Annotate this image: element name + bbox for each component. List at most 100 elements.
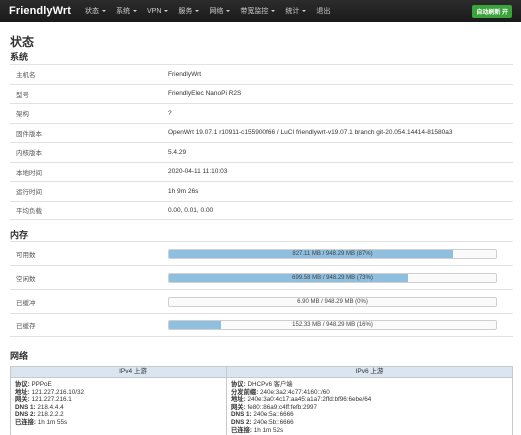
table-row: 可用数 827.11 MB / 948.29 MB (87%) xyxy=(10,241,513,265)
detail-value: 240e:3a2:4c77:4160::/60 xyxy=(260,388,330,396)
table-row: 固件版本 OpenWrt 19.07.1 r10911-c155900f66 / … xyxy=(10,122,513,143)
menu-services[interactable]: 服务 xyxy=(178,6,200,16)
section-title-network: 网络 xyxy=(10,351,29,361)
detail-line: DNS 1: 240e:5a::6666 xyxy=(231,411,512,419)
detail-line: DNS 2: 218.2.2.2 xyxy=(15,411,255,419)
detail-line: 网关: fe80::86a9:c4ff:fefb:2997 xyxy=(231,404,512,412)
detail-value: 240e:3a0:4c17:aa45:a1a7:2ffd:bf96:6ebe/6… xyxy=(247,396,372,404)
row-key: 平均负载 xyxy=(16,208,42,216)
detail-line: 网关: 121.227.216.1 xyxy=(15,396,255,404)
row-key: 运行时间 xyxy=(16,189,42,197)
progress-text: 827.11 MB / 948.29 MB (87%) xyxy=(292,250,373,257)
chevron-down-icon xyxy=(133,10,138,12)
row-key: 已缓存 xyxy=(16,323,36,330)
table-row: 架构? xyxy=(10,103,513,123)
chevron-down-icon xyxy=(195,10,200,12)
detail-label: 地址: xyxy=(231,396,246,404)
detail-line: 协议: DHCPv6 客户端 xyxy=(231,381,512,389)
memory-progress-bar: 6.90 MB / 948.29 MB (0%) xyxy=(168,296,497,307)
ipv6-details: 协议: DHCPv6 客户端 分发前缀: 240e:3a2:4c77:4160::… xyxy=(227,378,512,434)
detail-value: 121.227.216.1 xyxy=(31,396,72,404)
detail-label: 协议: xyxy=(231,381,246,388)
menu-network-label: 网络 xyxy=(209,8,224,15)
memory-progress-bar: 152.33 MB / 948.29 MB (16%) xyxy=(168,320,497,330)
ipv4-upstream-box: IPv4 上游 协议: PPPoE 地址: 121.227.216.10/32 网关… xyxy=(10,366,256,435)
row-value: ? xyxy=(168,109,172,117)
detail-label: DNS 1: xyxy=(15,403,36,411)
table-row: 已缓冲 6.90 MB / 948.29 MB (0%) xyxy=(10,289,513,313)
table-row: 本地时间 2020-04-11 11:10:03 xyxy=(10,161,513,182)
detail-label: 分发前缀: xyxy=(231,388,259,396)
table-row: 运行时间 1h 9m 26s xyxy=(10,181,513,201)
row-value: 0.00, 0.01, 0.00 xyxy=(168,206,214,214)
detail-line: 地址: 240e:3a0:4c17:aa45:a1a7:2ffd:bf96:6e… xyxy=(231,396,512,404)
menu-vpn[interactable]: VPN xyxy=(147,7,169,15)
table-row: 已缓存 152.33 MB / 948.29 MB (16%) xyxy=(10,313,513,337)
detail-line: 协议: PPPoE xyxy=(15,381,255,389)
table-row: 空闲数 699.58 MB / 948.29 MB (73%) xyxy=(10,265,513,289)
row-key: 内核版本 xyxy=(16,150,42,158)
row-key: 本地时间 xyxy=(16,169,42,177)
menu-statistics[interactable]: 统计 xyxy=(285,6,307,16)
detail-line: DNS 1: 218.4.4.4 xyxy=(15,404,255,412)
detail-label: 网关: xyxy=(231,403,246,411)
row-key: 空闲数 xyxy=(16,275,36,283)
memory-progress-bar: 827.11 MB / 948.29 MB (87%) xyxy=(168,248,497,259)
progress-text: 699.58 MB / 948.29 MB (73%) xyxy=(292,274,373,281)
detail-value: 1h 1m 52s xyxy=(253,426,284,434)
ipv6-header: IPv6 上游 xyxy=(227,367,512,378)
row-value: FriendlyElec NanoPi R2S xyxy=(168,90,242,98)
row-key: 可用数 xyxy=(16,251,36,259)
detail-label: 协议: xyxy=(15,381,30,388)
menu-bandwidth[interactable]: 带宽监控 xyxy=(240,6,276,16)
chevron-down-icon xyxy=(271,10,276,12)
detail-line: 已连接: 1h 1m 52s xyxy=(231,427,512,435)
row-key: 已缓冲 xyxy=(16,299,36,307)
page-title: 状态 xyxy=(10,35,35,49)
table-row: 主机名 FriendlyWrt xyxy=(10,64,513,84)
detail-label: DNS 2: xyxy=(15,411,36,419)
detail-value: DHCPv6 客户端 xyxy=(247,381,293,388)
row-key: 型号 xyxy=(16,91,29,99)
row-value: 5.4.29 xyxy=(168,148,187,156)
detail-value: fe80::86a9:c4ff:fefb:2997 xyxy=(247,403,318,411)
menu-status[interactable]: 状态 xyxy=(85,6,107,16)
detail-label: 已连接: xyxy=(231,426,252,434)
memory-progress-bar: 699.58 MB / 948.29 MB (73%) xyxy=(168,272,497,283)
row-key: 主机名 xyxy=(16,72,36,80)
detail-value: 218.2.2.2 xyxy=(37,411,64,419)
detail-value: 240e:5b::6666 xyxy=(253,418,294,426)
menu-vpn-label: VPN xyxy=(147,7,162,15)
menu-network[interactable]: 网络 xyxy=(209,6,231,16)
menu-services-label: 服务 xyxy=(178,8,193,15)
row-key: 架构 xyxy=(16,111,29,119)
chevron-down-icon xyxy=(226,10,231,12)
row-value: 1h 9m 26s xyxy=(168,187,199,195)
detail-value: 121.227.216.10/32 xyxy=(31,388,84,396)
detail-label: DNS 2: xyxy=(231,418,252,426)
detail-label: DNS 1: xyxy=(231,411,252,419)
chevron-down-icon xyxy=(102,10,107,12)
top-navbar: FriendlyWrt 状态 系统 VPN 服务 网络 带宽监控 统计 退出 自… xyxy=(0,0,521,22)
auto-refresh-toggle[interactable]: 自动刷新 开 xyxy=(472,5,512,18)
detail-value: 240e:5a::6666 xyxy=(253,411,294,419)
row-value: 2020-04-11 11:10:03 xyxy=(168,168,228,176)
detail-label: 网关: xyxy=(15,396,30,404)
detail-line: 已连接: 1h 1m 55s xyxy=(15,419,255,427)
ipv4-header: IPv4 上游 xyxy=(11,367,255,378)
row-value: FriendlyWrt xyxy=(168,70,202,78)
ipv4-details: 协议: PPPoE 地址: 121.227.216.10/32 网关: 121.22… xyxy=(11,378,255,427)
table-row: 平均负载 0.00, 0.01, 0.00 xyxy=(10,200,513,220)
memory-table: 可用数 827.11 MB / 948.29 MB (87%) 空闲数 699.… xyxy=(10,241,513,337)
chevron-down-icon xyxy=(164,10,169,12)
brand-logo[interactable]: FriendlyWrt xyxy=(9,5,71,17)
detail-value: 1h 1m 55s xyxy=(37,418,68,426)
menu-system[interactable]: 系统 xyxy=(116,6,138,16)
row-value: OpenWrt 19.07.1 r10911-c155900f66 / LuCI… xyxy=(168,129,453,137)
system-table: 主机名 FriendlyWrt 型号 FriendlyElec NanoPi R2S… xyxy=(10,64,513,220)
progress-text: 152.33 MB / 948.29 MB (16%) xyxy=(292,322,373,328)
section-title-memory: 内存 xyxy=(10,230,29,240)
menu-logout[interactable]: 退出 xyxy=(316,6,330,16)
ipv6-upstream-box: IPv6 上游 协议: DHCPv6 客户端 分发前缀: 240e:3a2:4c7… xyxy=(226,366,513,435)
table-row: 型号 FriendlyElec NanoPi R2S xyxy=(10,83,513,104)
